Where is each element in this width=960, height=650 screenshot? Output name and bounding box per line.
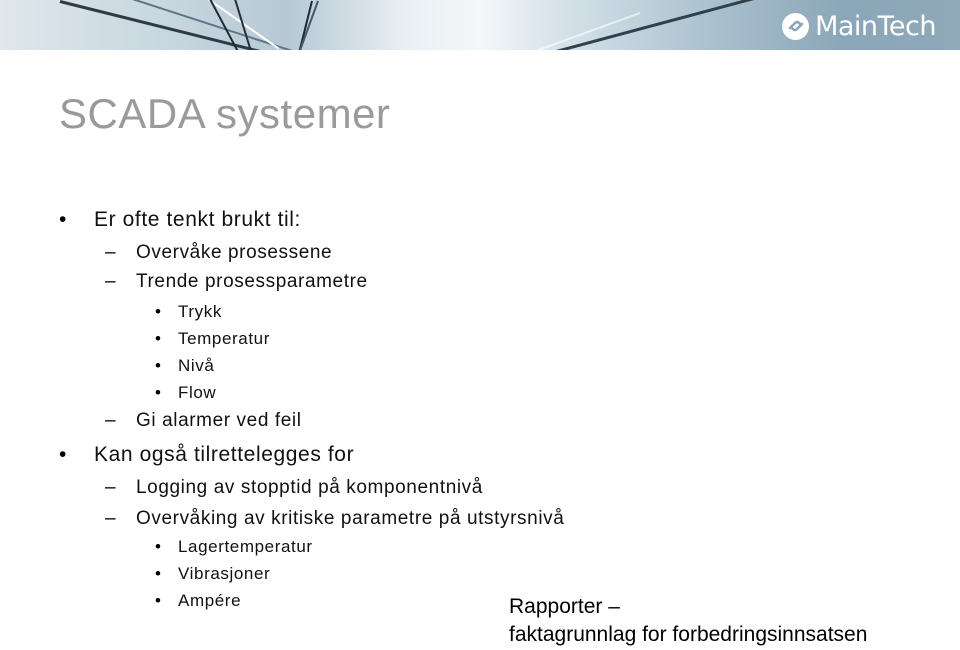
sub-sub-item: Vibrasjoner <box>178 564 271 583</box>
note-line-2: faktagrunnlag for forbedringsinnsatsen <box>509 623 868 646</box>
bullet-marker: • <box>155 564 161 583</box>
bullet-marker: • <box>59 443 67 466</box>
bullet-marker: • <box>155 302 161 321</box>
sub-sub-item: Nivå <box>178 356 215 375</box>
bullet-marker: • <box>155 356 161 375</box>
sub-sub-item: Trykk <box>178 302 222 321</box>
bullet-marker: • <box>59 208 67 231</box>
dash-marker: – <box>105 242 116 263</box>
report-note: Rapporter – faktagrunnlag for forbedring… <box>509 593 867 649</box>
bullet-item: Kan også tilrettelegges for <box>94 443 355 466</box>
maintech-logo-icon <box>782 12 810 40</box>
sub-sub-item: Temperatur <box>178 329 270 348</box>
dash-marker: – <box>105 271 116 292</box>
header-banner: MainTech <box>0 0 960 50</box>
bullet-marker: • <box>155 591 161 610</box>
banner-streak <box>296 0 313 50</box>
bullet-marker: • <box>155 383 161 402</box>
bullet-item: Er ofte tenkt brukt til: <box>94 208 301 231</box>
dash-marker: – <box>105 477 116 498</box>
sub-sub-item: Ampére <box>178 591 242 610</box>
sub-item: Gi alarmer ved feil <box>136 410 302 431</box>
dash-marker: – <box>105 410 116 431</box>
bullet-marker: • <box>155 537 161 556</box>
bullet-marker: • <box>155 329 161 348</box>
banner-streak <box>509 0 781 50</box>
sub-item: Overvåke prosessene <box>136 242 333 263</box>
sub-item: Logging av stopptid på komponentnivå <box>136 477 483 498</box>
slide-title: SCADA systemer <box>59 90 391 137</box>
sub-sub-item: Flow <box>178 383 217 402</box>
sub-item: Trende prosessparametre <box>136 271 368 292</box>
sub-item: Overvåking av kritiske parametre på utst… <box>136 508 565 529</box>
logo-text: MainTech <box>815 10 936 42</box>
dash-marker: – <box>105 508 116 529</box>
sub-sub-item: Lagertemperatur <box>178 537 313 556</box>
maintech-logo: MainTech <box>782 10 936 42</box>
note-line-1: Rapporter – <box>509 595 620 618</box>
banner-streak <box>451 12 641 50</box>
banner-streak <box>59 0 313 50</box>
